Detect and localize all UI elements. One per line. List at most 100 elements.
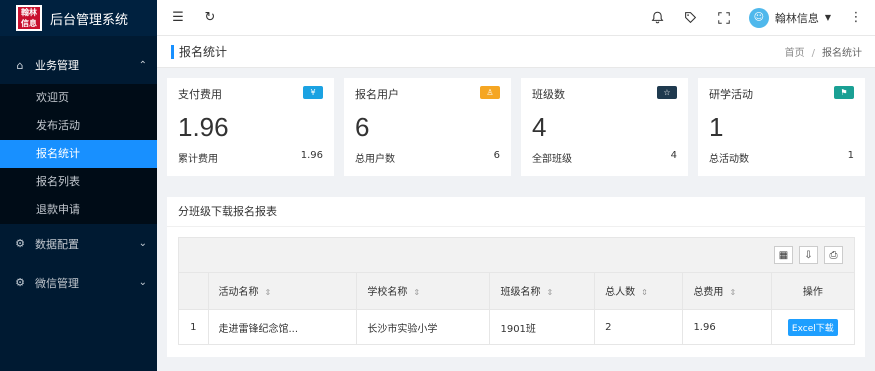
cell-action: Excel下载 [771,309,854,345]
sort-icon[interactable]: ⇕ [546,288,553,297]
data-table: 活动名称 ⇕ 学校名称 ⇕ 班级名称 ⇕ 总人数 ⇕ 总费用 ⇕ 操作 1 走进雷锋纪念馆… [179,273,854,345]
sidebar-item-welcome[interactable]: 欢迎页 [0,84,157,112]
export-icon[interactable]: ⇩ [799,246,818,264]
sort-icon[interactable]: ⇕ [413,288,420,297]
col-label: 总人数 [605,287,636,299]
page-header: 报名统计 首页 / 报名统计 [157,36,875,68]
logo-bar: 翰林信息 后台管理系统 [0,0,157,36]
page-title: 报名统计 [179,45,228,59]
col-header-class[interactable]: 班级名称 ⇕ [489,273,596,310]
avatar: ☺ [748,7,769,28]
col-header-school[interactable]: 学校名称 ⇕ [356,273,491,310]
card-foot-label: 全部班级 [532,154,572,165]
col-header-activity[interactable]: 活动名称 ⇕ [208,273,358,310]
card-foot-value: 4 [670,150,677,161]
card-foot-label: 总活动数 [709,154,749,165]
chevron-down-icon: ⌄ [138,238,147,249]
card-value: 1 [709,112,724,142]
excel-download-button[interactable]: Excel下载 [787,318,838,336]
col-label: 总费用 [693,287,724,299]
sidebar-item-signup-list[interactable]: 报名列表 [0,168,157,196]
menu-fold-icon[interactable]: ☰ [170,10,186,26]
cell-activity-text: 走进雷锋纪念馆... [218,323,299,335]
col-label: 活动名称 [218,287,259,299]
app-title: 后台管理系统 [50,12,129,28]
report-table: ▦ ⇩ ⎙ 活动名称 ⇕ 学校名称 ⇕ 班级名称 ⇕ 总人数 ⇕ 总费用 ⇕ 操作 1 [178,237,855,345]
caret-down-icon: ▼ [824,13,831,22]
sort-icon[interactable]: ⇕ [729,288,736,297]
card-title: 研学活动 [709,88,753,101]
star-icon: ☆ [657,86,677,99]
sidebar-group-business[interactable]: ⌂ 业务管理 ⌃ [0,46,157,84]
sidebar-group-wechat[interactable]: ⚙ 微信管理 ⌄ [0,263,157,302]
card-title: 支付费用 [178,88,222,101]
card-value: 4 [532,112,547,142]
card-value: 6 [355,112,370,142]
breadcrumb-home[interactable]: 首页 [785,48,805,59]
panel-title: 分班级下载报名报表 [167,197,865,227]
col-header-count[interactable]: 总人数 ⇕ [594,273,684,310]
sidebar-group-label: 微信管理 [35,276,79,290]
table-row: 1 走进雷锋纪念馆... 长沙市实验小学 1901班 2 1.96 Excel下… [179,309,854,345]
breadcrumb: 首页 / 报名统计 [785,44,862,59]
card-title: 班级数 [532,88,565,101]
stat-card-activities: 研学活动 ⚑ 1 总活动数 1 [698,78,865,176]
topbar: ☰ ↻ ☺ 翰林信息 ▼ ⋮ [157,0,875,36]
col-header-index [179,273,209,310]
card-value: 1.96 [178,112,229,142]
card-foot-value: 1.96 [300,150,323,161]
stat-cards: 支付费用 ¥ 1.96 累计费用 1.96 报名用户 ♙ 6 总用户数 6 班级数 … [167,78,865,176]
sort-icon[interactable]: ⇕ [265,288,272,297]
table-toolbar: ▦ ⇩ ⎙ [179,238,854,273]
cell-fee: 1.96 [682,309,772,345]
table-header-row: 活动名称 ⇕ 学校名称 ⇕ 班级名称 ⇕ 总人数 ⇕ 总费用 ⇕ 操作 [179,273,854,310]
refresh-icon[interactable]: ↻ [202,10,218,26]
sidebar-group-data-config[interactable]: ⚙ 数据配置 ⌄ [0,224,157,263]
print-icon[interactable]: ⎙ [824,246,843,264]
stat-card-users: 报名用户 ♙ 6 总用户数 6 [344,78,511,176]
logo-text: 翰林信息 [21,8,37,28]
col-header-fee[interactable]: 总费用 ⇕ [682,273,772,310]
fullscreen-icon[interactable] [716,10,732,26]
card-foot-label: 累计费用 [178,154,218,165]
chevron-up-icon: ⌃ [138,59,147,71]
card-foot-label: 总用户数 [355,154,395,165]
stat-card-classes: 班级数 ☆ 4 全部班级 4 [521,78,688,176]
stat-card-payment: 支付费用 ¥ 1.96 累计费用 1.96 [167,78,334,176]
sidebar-item-refund[interactable]: 退款申请 [0,196,157,224]
sort-icon[interactable]: ⇕ [641,288,648,297]
home-icon: ⌂ [16,58,24,72]
card-foot-value: 6 [493,150,500,161]
sidebar-group-label: 业务管理 [35,59,79,72]
columns-icon[interactable]: ▦ [774,246,793,264]
cell-activity: 走进雷锋纪念馆... [208,309,358,345]
more-icon[interactable]: ⋮ [848,10,864,26]
sidebar-item-publish-activity[interactable]: 发布活动 [0,112,157,140]
report-panel: 分班级下载报名报表 ▦ ⇩ ⎙ 活动名称 ⇕ 学校名称 ⇕ 班级名称 ⇕ 总人数 ⇕ 总… [167,197,865,357]
breadcrumb-current: 报名统计 [822,48,862,59]
user-menu[interactable]: ☺ 翰林信息 ▼ [748,7,831,28]
yen-icon: ¥ [303,86,323,99]
user-name: 翰林信息 [774,11,819,25]
cell-school: 长沙市实验小学 [356,309,491,345]
card-foot-value: 1 [847,150,854,161]
flag-icon: ⚑ [834,86,854,99]
tag-icon[interactable] [683,10,699,26]
cell-class: 1901班 [489,309,596,345]
logo: 翰林信息 [16,5,42,31]
bell-icon[interactable] [650,10,666,26]
gear-icon: ⚙ [15,276,25,289]
cell-index: 1 [179,309,209,345]
user-icon: ♙ [480,86,500,99]
sidebar-item-signup-stats[interactable]: 报名统计 [0,140,157,168]
submenu-business: 欢迎页 发布活动 报名统计 报名列表 退款申请 [0,84,157,224]
title-accent-bar [171,44,174,59]
col-label: 班级名称 [500,287,541,299]
gear-icon: ⚙ [15,237,25,250]
breadcrumb-separator: / [811,48,815,59]
sidebar: 翰林信息 后台管理系统 ⌂ 业务管理 ⌃ 欢迎页 发布活动 报名统计 报名列表 … [0,0,157,371]
chevron-down-icon: ⌄ [138,277,147,288]
sidebar-group-label: 数据配置 [35,237,79,251]
col-label: 学校名称 [367,287,408,299]
cell-count: 2 [594,309,684,345]
